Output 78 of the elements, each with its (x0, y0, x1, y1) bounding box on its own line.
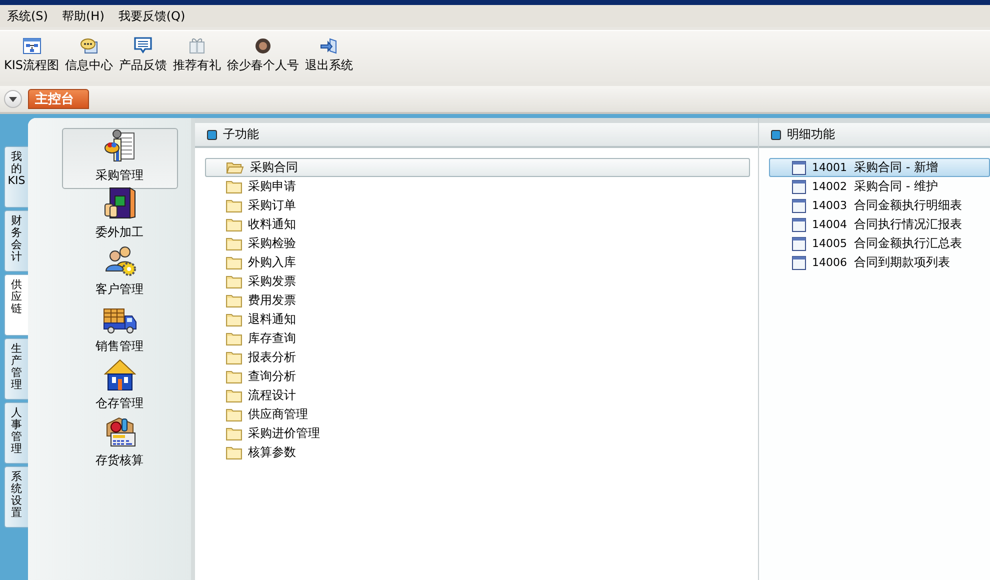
toolbar-button[interactable]: KIS流程图 (4, 38, 60, 74)
folder-item[interactable]: 库存查询 (205, 329, 750, 348)
detail-item[interactable]: 14003 合同金额执行明细表 (769, 196, 990, 215)
side-tab[interactable]: 我的KIS (4, 146, 28, 208)
menu-item[interactable]: 我要反馈(Q) (118, 8, 186, 24)
folder-item[interactable]: 核算参数 (205, 443, 750, 462)
folder-item[interactable]: 流程设计 (205, 386, 750, 405)
folder-item[interactable]: 采购申请 (205, 177, 750, 196)
open-folder-icon (226, 160, 244, 174)
folder-icon (226, 312, 242, 326)
door-icon (104, 186, 136, 220)
folder-icon (226, 236, 242, 250)
panel-title: 子功能 (223, 126, 259, 143)
folder-item[interactable]: 采购进价管理 (205, 424, 750, 443)
detail-item[interactable]: 14004 合同执行情况汇报表 (769, 215, 990, 234)
detail-item[interactable]: 14001 采购合同 - 新增 (769, 158, 990, 177)
side-tab[interactable]: 系统设置 (4, 466, 28, 528)
panel-title: 明细功能 (787, 126, 835, 143)
detail-item[interactable]: 14005 合同金额执行汇总表 (769, 234, 990, 253)
menu-item[interactable]: 帮助(H) (62, 8, 104, 24)
toolbar-button[interactable]: 推荐有礼 (173, 36, 222, 74)
flowchart-icon (22, 38, 41, 54)
avatar-icon (255, 38, 272, 54)
folder-item[interactable]: 采购检验 (205, 234, 750, 253)
detail-item[interactable]: 14002 采购合同 - 维护 (769, 177, 990, 196)
side-tab[interactable]: 供应链 (4, 274, 28, 336)
folder-icon (226, 370, 242, 384)
folder-item[interactable]: 收料通知 (205, 215, 750, 234)
folder-icon (226, 218, 242, 232)
inventory-box-icon (104, 416, 136, 448)
clerk-with-ledger-icon (104, 129, 136, 163)
folder-icon (226, 446, 242, 460)
bullet-icon (771, 130, 781, 140)
warehouse-icon (104, 359, 136, 391)
folder-icon (226, 198, 242, 212)
folder-icon (226, 180, 242, 194)
toolbar-button[interactable]: 信息中心 (65, 38, 114, 74)
folder-icon (226, 332, 242, 346)
toolbar-button[interactable]: 产品反馈 (119, 37, 168, 74)
folder-icon (226, 388, 242, 402)
chat-bubble-icon (80, 38, 98, 54)
side-tab[interactable]: 生产管理 (4, 338, 28, 400)
exit-door-icon (320, 38, 338, 54)
delivery-truck-icon (102, 308, 136, 334)
side-tab[interactable]: 财务会计 (4, 210, 28, 272)
gift-icon (189, 36, 206, 54)
folder-icon (226, 426, 242, 440)
side-tab[interactable]: 人事管理 (4, 402, 28, 464)
toolbar-button[interactable]: 退出系统 (305, 38, 354, 74)
folder-item[interactable]: 供应商管理 (205, 405, 750, 424)
folder-item[interactable]: 外购入库 (205, 253, 750, 272)
document-icon (792, 256, 806, 270)
document-icon (792, 180, 806, 194)
folder-icon (226, 294, 242, 308)
folder-item[interactable]: 采购合同 (205, 158, 750, 177)
dropdown-button[interactable] (4, 90, 22, 108)
folder-item[interactable]: 查询分析 (205, 367, 750, 386)
menu-item[interactable]: 系统(S) (7, 8, 48, 24)
detail-item[interactable]: 14006 合同到期款项列表 (769, 253, 990, 272)
folder-item[interactable]: 采购发票 (205, 272, 750, 291)
folder-icon (226, 408, 242, 422)
bullet-icon (207, 130, 217, 140)
folder-item[interactable]: 费用发票 (205, 291, 750, 310)
folder-item[interactable]: 采购订单 (205, 196, 750, 215)
folder-icon (226, 274, 242, 288)
document-icon (792, 198, 806, 212)
caret-icon (9, 96, 17, 102)
folder-icon (226, 256, 242, 270)
folder-item[interactable]: 退料通知 (205, 310, 750, 329)
document-icon (792, 160, 806, 174)
comment-icon (134, 37, 152, 54)
document-icon (792, 236, 806, 250)
users-with-gear-icon (104, 245, 136, 277)
folder-item[interactable]: 报表分析 (205, 348, 750, 367)
document-icon (792, 218, 806, 232)
toolbar-button[interactable]: 徐少春个人号 (227, 38, 300, 74)
folder-icon (226, 350, 242, 364)
module-button[interactable]: 采购管理 (62, 128, 178, 189)
